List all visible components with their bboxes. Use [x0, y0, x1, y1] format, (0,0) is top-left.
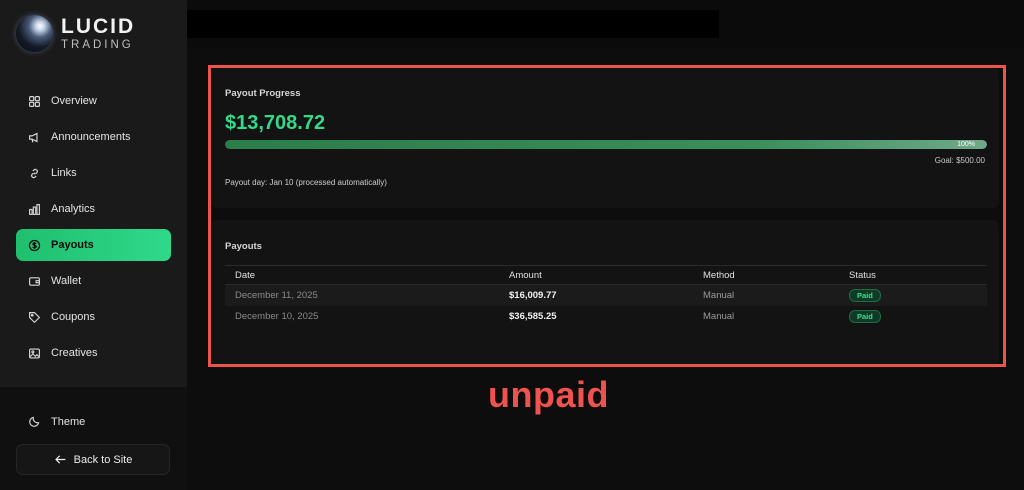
back-to-site-button[interactable]: Back to Site — [16, 444, 170, 475]
annotation-highlight-box — [208, 65, 1006, 367]
sidebar-item-analytics[interactable]: Analytics — [16, 193, 171, 225]
tag-icon — [29, 311, 41, 323]
theme-toggle[interactable]: Theme — [28, 415, 85, 428]
sidebar: LUCID TRADING Overview Announcements Lin… — [0, 0, 187, 490]
sidebar-item-links[interactable]: Links — [16, 157, 171, 189]
sidebar-item-label: Coupons — [51, 311, 96, 323]
sidebar-item-label: Wallet — [51, 275, 82, 287]
sidebar-item-label: Analytics — [51, 203, 96, 215]
logo-line2: TRADING — [61, 38, 134, 51]
annotation-text: unpaid — [488, 374, 609, 415]
sidebar-footer: Theme Back to Site — [0, 387, 187, 490]
sidebar-item-label: Links — [51, 167, 77, 179]
logo-text: LUCID TRADING — [61, 16, 135, 52]
bar-chart-icon — [29, 203, 40, 215]
redacted-header — [187, 10, 719, 38]
wallet-icon — [29, 276, 40, 286]
sidebar-item-coupons[interactable]: Coupons — [16, 301, 171, 333]
sidebar-item-label: Payouts — [51, 239, 94, 251]
logo-orb-icon — [16, 15, 53, 52]
sidebar-item-payouts[interactable]: Payouts — [16, 229, 171, 261]
sidebar-item-creatives[interactable]: Creatives — [16, 337, 171, 369]
sidebar-item-overview[interactable]: Overview — [16, 85, 171, 117]
sidebar-item-announcements[interactable]: Announcements — [16, 121, 171, 153]
theme-label: Theme — [51, 415, 86, 428]
grid-icon — [29, 95, 40, 107]
app: LUCID TRADING Overview Announcements Lin… — [0, 0, 1024, 490]
image-icon — [29, 347, 40, 359]
sidebar-item-wallet[interactable]: Wallet — [16, 265, 171, 297]
moon-icon — [29, 416, 40, 427]
back-to-site-label: Back to Site — [73, 453, 133, 466]
sidebar-item-label: Overview — [51, 95, 97, 107]
sidebar-nav: Overview Announcements Links Analytics P… — [16, 85, 171, 373]
arrow-left-icon — [54, 455, 66, 464]
sidebar-item-label: Creatives — [51, 347, 98, 359]
brand-logo[interactable]: LUCID TRADING — [16, 15, 135, 52]
sidebar-item-label: Announcements — [51, 131, 131, 143]
logo-line1: LUCID — [61, 14, 136, 38]
link-icon — [31, 168, 38, 178]
megaphone-icon — [29, 132, 38, 143]
dollar-circle-icon — [28, 239, 41, 251]
